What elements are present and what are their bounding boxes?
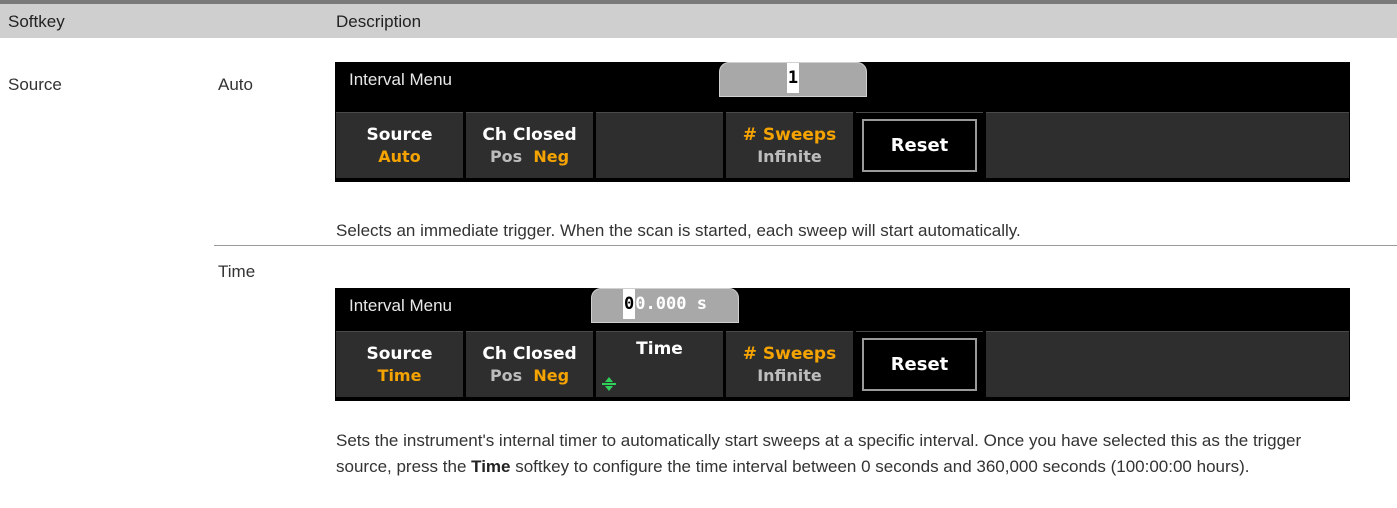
softkey-bar: Source Time Ch Closed Pos Neg Time # Swe…	[336, 331, 1349, 397]
softkey-reset[interactable]: Reset	[856, 112, 983, 178]
option-auto-name: Auto	[218, 75, 253, 94]
softkey-label: Reset	[890, 354, 949, 375]
display-value-tab: 00.000 s	[591, 288, 739, 323]
softkey-time[interactable]: Time	[596, 331, 723, 397]
softkey-reset[interactable]: Reset	[856, 331, 983, 397]
softkey-sweeps[interactable]: # Sweeps Infinite	[726, 331, 853, 397]
up-down-arrow-icon	[602, 377, 616, 391]
menu-title: Interval Menu	[349, 70, 452, 89]
softkey-blank[interactable]	[986, 112, 1349, 178]
softkey-label: # Sweeps	[742, 124, 837, 145]
softkey-ch-closed[interactable]: Ch Closed Pos Neg	[466, 331, 593, 397]
option-time-description: Sets the instrument's internal timer to …	[336, 428, 1336, 480]
softkey-label: Ch Closed	[482, 124, 577, 145]
softkey-label: Source	[366, 343, 433, 364]
softkey-label: Time	[636, 339, 683, 359]
option-auto-description: Selects an immediate trigger. When the s…	[336, 221, 1021, 240]
header-softkey: Softkey	[8, 12, 65, 31]
display-value: 0.000 s	[635, 294, 707, 314]
softkey-value: Infinite	[757, 146, 822, 166]
softkey-bar: Source Auto Ch Closed Pos Neg # Sweeps I…	[336, 112, 1349, 178]
softkey-source[interactable]: Source Time	[336, 331, 463, 397]
row-divider	[214, 245, 1397, 246]
softkey-label: # Sweeps	[742, 343, 837, 364]
softkey-option-pos: Pos	[489, 365, 523, 385]
softkey-ch-closed[interactable]: Ch Closed Pos Neg	[466, 112, 593, 178]
menu-title: Interval Menu	[349, 296, 452, 315]
softkey-label: Source	[366, 124, 433, 145]
display-value-tab: 1	[719, 62, 867, 97]
option-time-name: Time	[218, 262, 256, 281]
softkey-blank[interactable]	[986, 331, 1349, 397]
softkey-value: Time	[377, 365, 422, 385]
softkey-name: Source	[8, 75, 62, 94]
interval-menu-screen-time: Interval Menu 00.000 s Source Time Ch Cl…	[335, 288, 1350, 401]
description-text-2: softkey to configure the time interval b…	[510, 457, 1250, 476]
softkey-blank[interactable]	[596, 112, 723, 178]
header-description: Description	[336, 12, 422, 31]
softkey-value: Auto	[378, 146, 421, 166]
softkey-option-neg: Neg	[533, 146, 570, 166]
softkey-source[interactable]: Source Auto	[336, 112, 463, 178]
softkey-option-neg: Neg	[533, 365, 570, 385]
softkey-option-pos: Pos	[489, 146, 523, 166]
display-value: 1	[786, 63, 800, 93]
softkey-label: Reset	[890, 135, 949, 156]
interval-menu-screen-auto: Interval Menu 1 Source Auto Ch Closed Po…	[335, 62, 1350, 182]
description-softkey-name: Time	[471, 457, 511, 476]
softkey-value: Infinite	[757, 365, 822, 385]
softkey-sweeps[interactable]: # Sweeps Infinite	[726, 112, 853, 178]
softkey-label: Ch Closed	[482, 343, 577, 364]
table-header: Softkey Description	[0, 4, 1397, 38]
display-cursor-digit: 0	[623, 289, 636, 319]
